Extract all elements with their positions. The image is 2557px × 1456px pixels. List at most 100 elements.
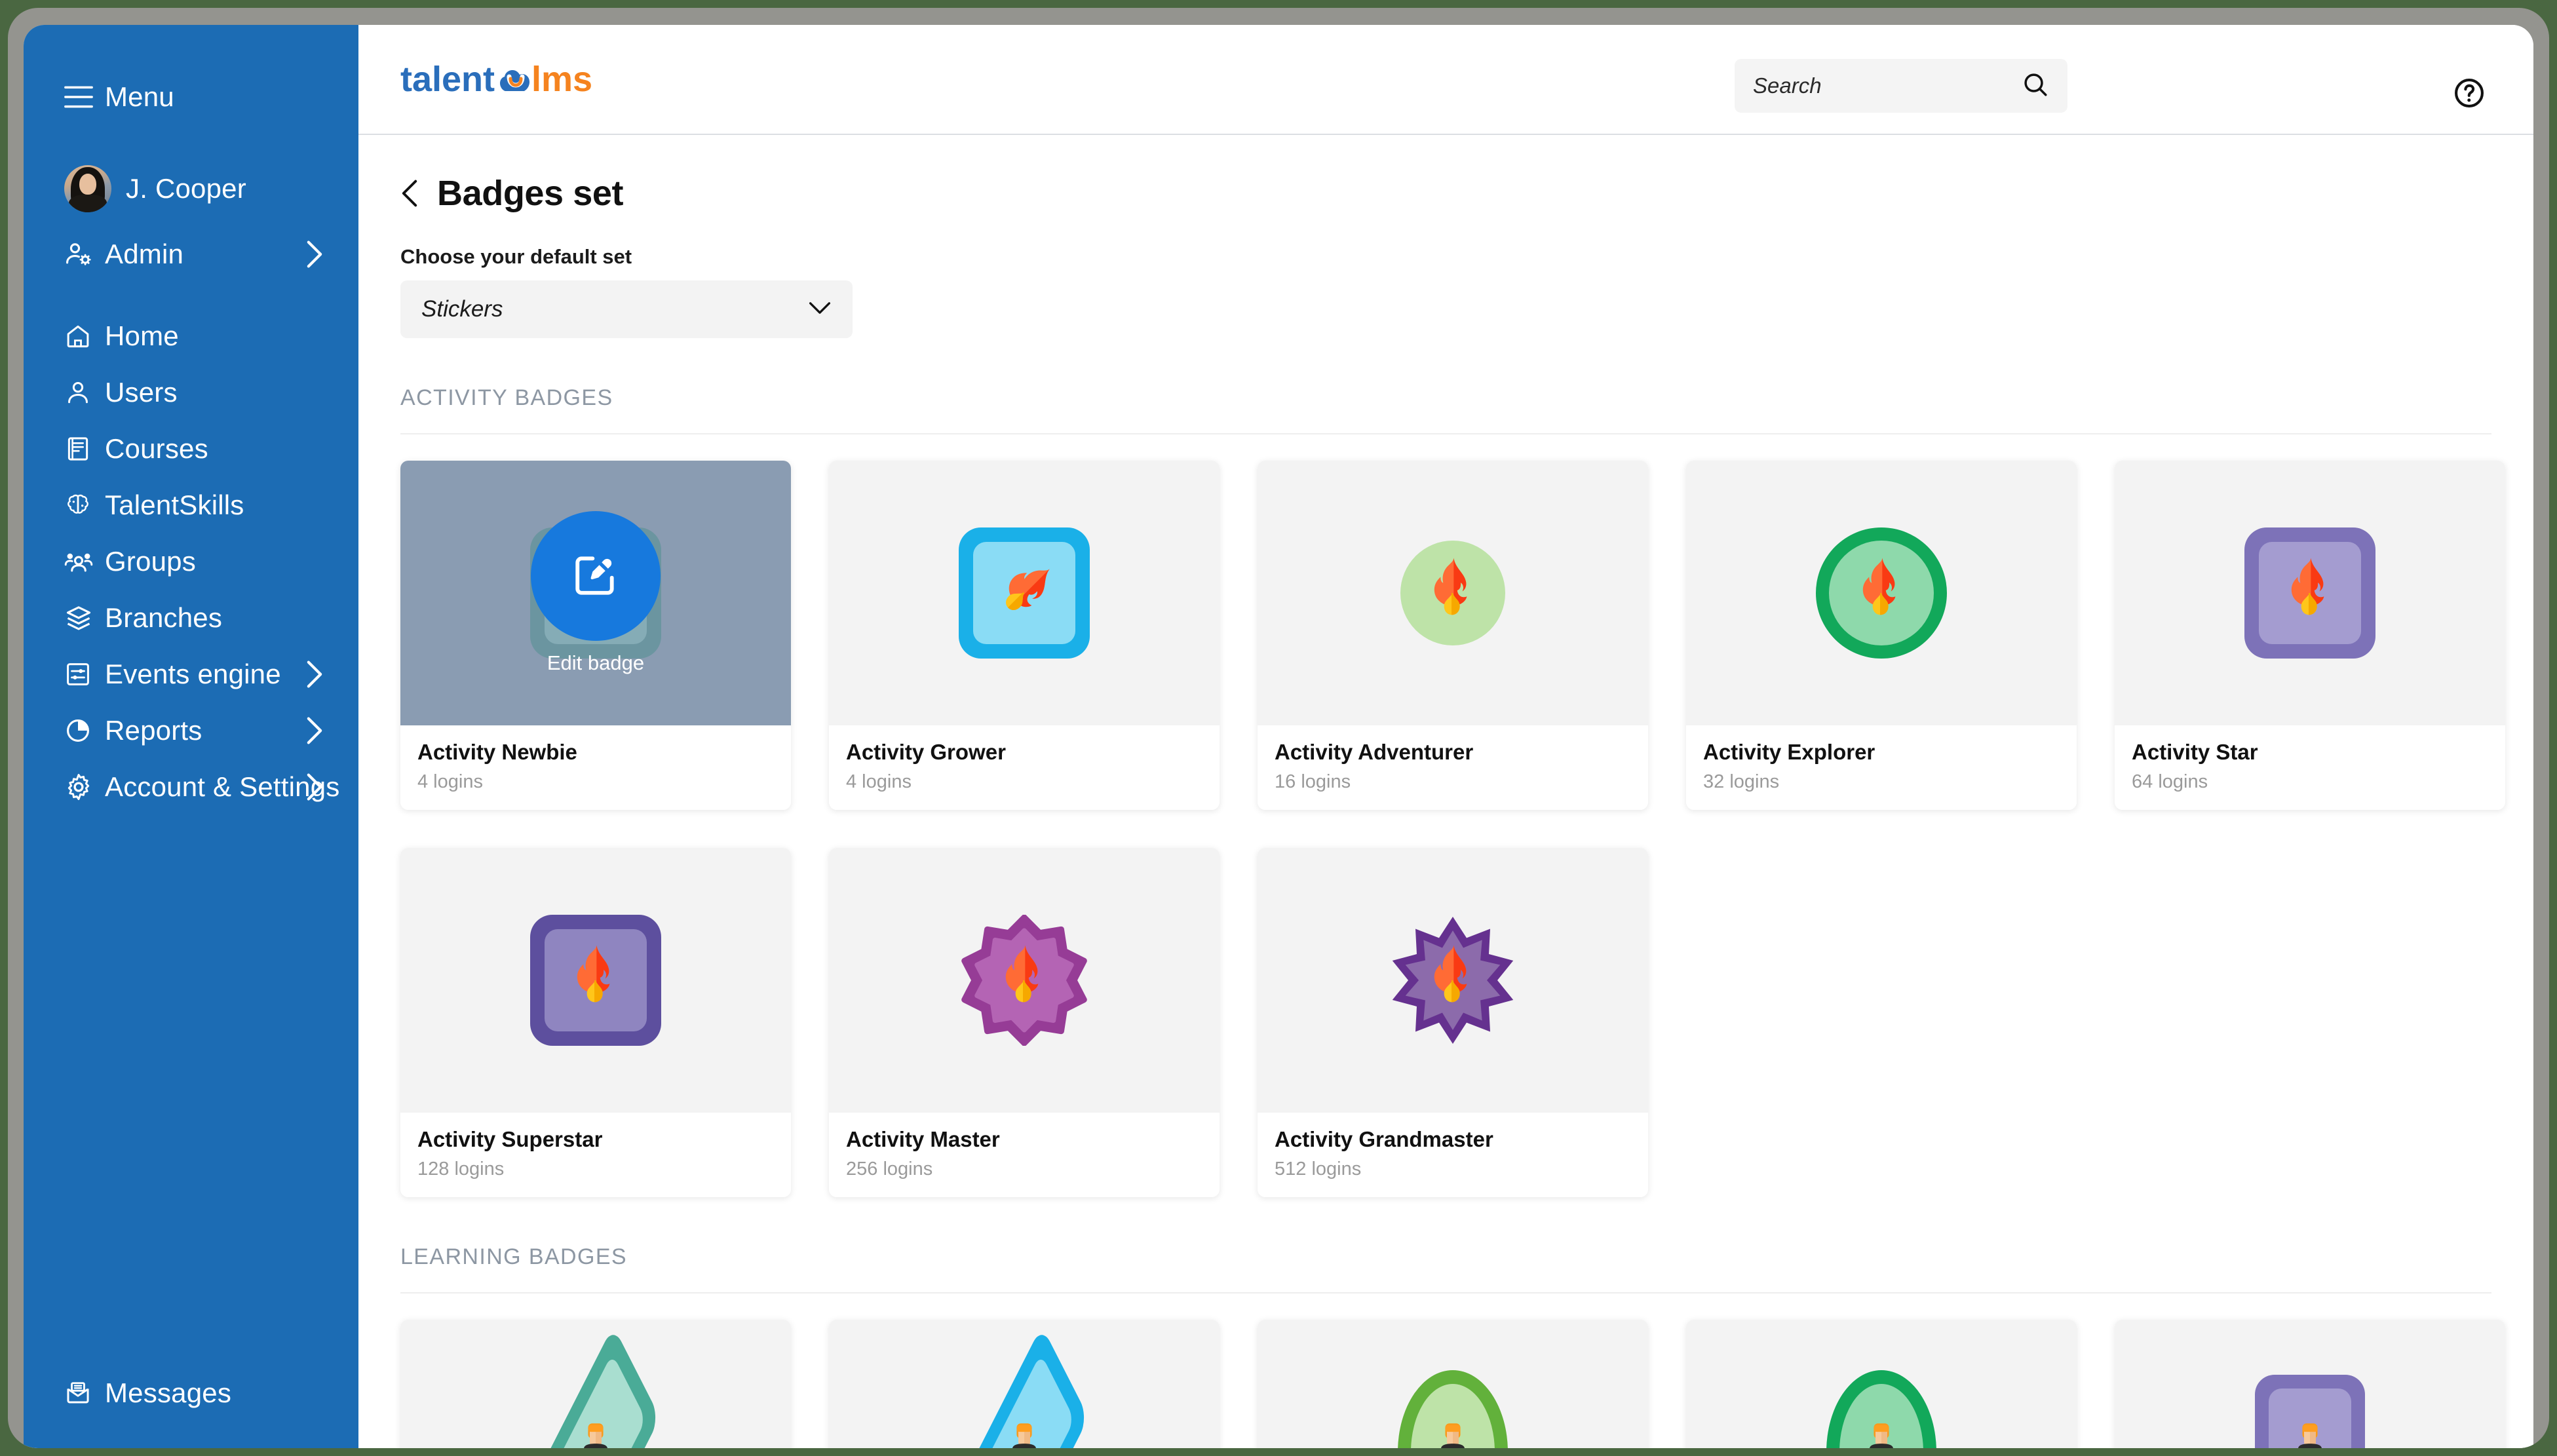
help-circle-icon[interactable]: [2452, 76, 2486, 110]
badge-grid-cell: [400, 1320, 829, 1448]
badge-name: Activity Grandmaster: [1275, 1127, 1493, 1151]
chevron-left-icon[interactable]: [400, 178, 419, 208]
badge-name: Activity Superstar: [417, 1127, 603, 1151]
badge-meta: Activity Star 64 logins: [2115, 725, 2505, 810]
badge-card[interactable]: [1258, 1320, 1648, 1448]
badge-meta: Activity Grower 4 logins: [829, 725, 1220, 810]
badge-card[interactable]: [829, 1320, 1220, 1448]
badge-card[interactable]: [1686, 1320, 2077, 1448]
badge-artwork: [1258, 848, 1648, 1113]
badge-artwork: Edit badge: [400, 461, 791, 725]
badge-card[interactable]: Activity Grandmaster 512 logins: [1258, 848, 1648, 1197]
sidebar-item-users-label: Users: [105, 377, 178, 408]
default-set-field: Choose your default set Stickers: [400, 245, 2491, 338]
sidebar-item-users[interactable]: Users: [24, 364, 358, 421]
badge-shape-tallcircle: [1387, 1370, 1518, 1448]
sidebar-item-reports[interactable]: Reports: [24, 702, 358, 759]
sidebar-item-admin[interactable]: Admin: [24, 223, 358, 286]
badge-name: Activity Star: [2132, 740, 2258, 764]
badge-grid-cell: Activity Grower 4 logins: [829, 461, 1258, 810]
badge-grid: Edit badge Activity Newbie 4 logins Activit…: [400, 461, 2505, 1197]
badge-meta: Activity Adventurer 16 logins: [1258, 725, 1648, 810]
badge-requirement: 128 logins: [417, 1159, 505, 1179]
badge-grid-cell: [1258, 1320, 1686, 1448]
badge-grid-cell: Activity Grandmaster 512 logins: [1258, 848, 1686, 1197]
window-frame: Menu J. Cooper Admin Home Users Courses …: [8, 8, 2549, 1448]
badge-card[interactable]: [2115, 1320, 2505, 1448]
badge-card[interactable]: Activity Grower 4 logins: [829, 461, 1220, 810]
badge-artwork: [2115, 461, 2505, 725]
badge-artwork: [1686, 1320, 2077, 1448]
sidebar-item-home-label: Home: [105, 320, 179, 351]
badge-artwork: [1258, 461, 1648, 725]
page-title: Badges set: [437, 174, 624, 213]
section-title: LEARNING BADGES: [400, 1244, 2491, 1293]
badge-artwork: [829, 1320, 1220, 1448]
chevron-right-icon: [305, 716, 324, 746]
badge-sections: ACTIVITY BADGES Edit badge Activity Newbie…: [400, 385, 2505, 1448]
badge-name: Activity Explorer: [1703, 740, 1875, 764]
badge-grid-cell: [829, 1320, 1258, 1448]
badge-grid-cell: [1686, 1320, 2115, 1448]
badge-meta: Activity Master 256 logins: [829, 1113, 1220, 1197]
book-icon: [64, 435, 105, 463]
sidebar-nav-list: Home Users Courses TalentSkills Groups B…: [24, 308, 358, 815]
badge-grid-cell: Activity Adventurer 16 logins: [1258, 461, 1686, 810]
edit-badge-button[interactable]: [531, 511, 661, 641]
badge-meta: Activity Explorer 32 logins: [1686, 725, 2077, 810]
envelope-icon: [64, 1379, 105, 1407]
badge-card[interactable]: Activity Star 64 logins: [2115, 461, 2505, 810]
badge-grid-cell: Activity Explorer 32 logins: [1686, 461, 2115, 810]
badge-meta: Activity Grandmaster 512 logins: [1258, 1113, 1648, 1197]
badge-grid-cell: Edit badge Activity Newbie 4 logins: [400, 461, 829, 810]
badge-grid-cell: Activity Master 256 logins: [829, 848, 1258, 1197]
badge-card[interactable]: Activity Superstar 128 logins: [400, 848, 791, 1197]
default-set-select[interactable]: Stickers: [400, 280, 853, 338]
menu-toggle-button[interactable]: Menu: [24, 66, 358, 128]
sidebar-menu-toggle-wrap: Menu: [24, 66, 358, 128]
badge-card[interactable]: Activity Adventurer 16 logins: [1258, 461, 1648, 810]
badge-artwork: [2115, 1320, 2505, 1448]
sidebar-item-reports-label: Reports: [105, 715, 202, 746]
app-window: Menu J. Cooper Admin Home Users Courses …: [24, 25, 2533, 1448]
sidebar-item-events-engine[interactable]: Events engine: [24, 646, 358, 702]
sidebar-item-groups-label: Groups: [105, 546, 196, 577]
sidebar-item-groups[interactable]: Groups: [24, 533, 358, 590]
badge-card[interactable]: Edit badge Activity Newbie 4 logins: [400, 461, 791, 810]
badge-shape-talldiamond: [530, 1326, 661, 1448]
sidebar-item-messages-label: Messages: [105, 1377, 232, 1408]
sidebar-item-messages[interactable]: Messages: [24, 1362, 358, 1425]
badge-shape-tallcircle: [1816, 1370, 1947, 1448]
badge-requirement: 256 logins: [846, 1159, 933, 1179]
badge-requirement: 512 logins: [1275, 1159, 1362, 1179]
sidebar-item-branches[interactable]: Branches: [24, 590, 358, 646]
badge-card[interactable]: Activity Master 256 logins: [829, 848, 1220, 1197]
search-icon[interactable]: [2022, 71, 2049, 102]
sliders-icon: [64, 661, 105, 688]
sidebar-item-courses[interactable]: Courses: [24, 421, 358, 477]
sidebar-item-home[interactable]: Home: [24, 308, 358, 364]
menu-toggle-label: Menu: [105, 81, 174, 112]
badge-artwork: [1686, 461, 2077, 725]
badge-requirement: 64 logins: [2132, 771, 2208, 792]
talentlms-logo[interactable]: talent lms: [400, 57, 604, 102]
badge-requirement: 4 logins: [846, 771, 912, 792]
group-icon: [64, 547, 105, 576]
search-input[interactable]: [1753, 73, 2022, 98]
badge-hover-overlay[interactable]: Edit badge: [400, 461, 791, 725]
sidebar-user-profile[interactable]: J. Cooper: [24, 155, 358, 223]
avatar: [64, 165, 111, 212]
sidebar: Menu J. Cooper Admin Home Users Courses …: [24, 25, 358, 1448]
sidebar-item-events-engine-label: Events engine: [105, 659, 281, 689]
home-icon: [64, 322, 105, 350]
sidebar-item-account-settings[interactable]: Account & Settings: [24, 759, 358, 815]
badge-card[interactable]: [400, 1320, 791, 1448]
badge-meta: Activity Newbie 4 logins: [400, 725, 791, 810]
badge-card[interactable]: Activity Explorer 32 logins: [1686, 461, 2077, 810]
sidebar-item-talentskills[interactable]: TalentSkills: [24, 477, 358, 533]
badge-name: Activity Adventurer: [1275, 740, 1474, 764]
search-box[interactable]: [1735, 59, 2067, 113]
badge-shape-rosette: [959, 915, 1090, 1046]
badge-name: Activity Master: [846, 1127, 1000, 1151]
badge-artwork: [829, 848, 1220, 1113]
